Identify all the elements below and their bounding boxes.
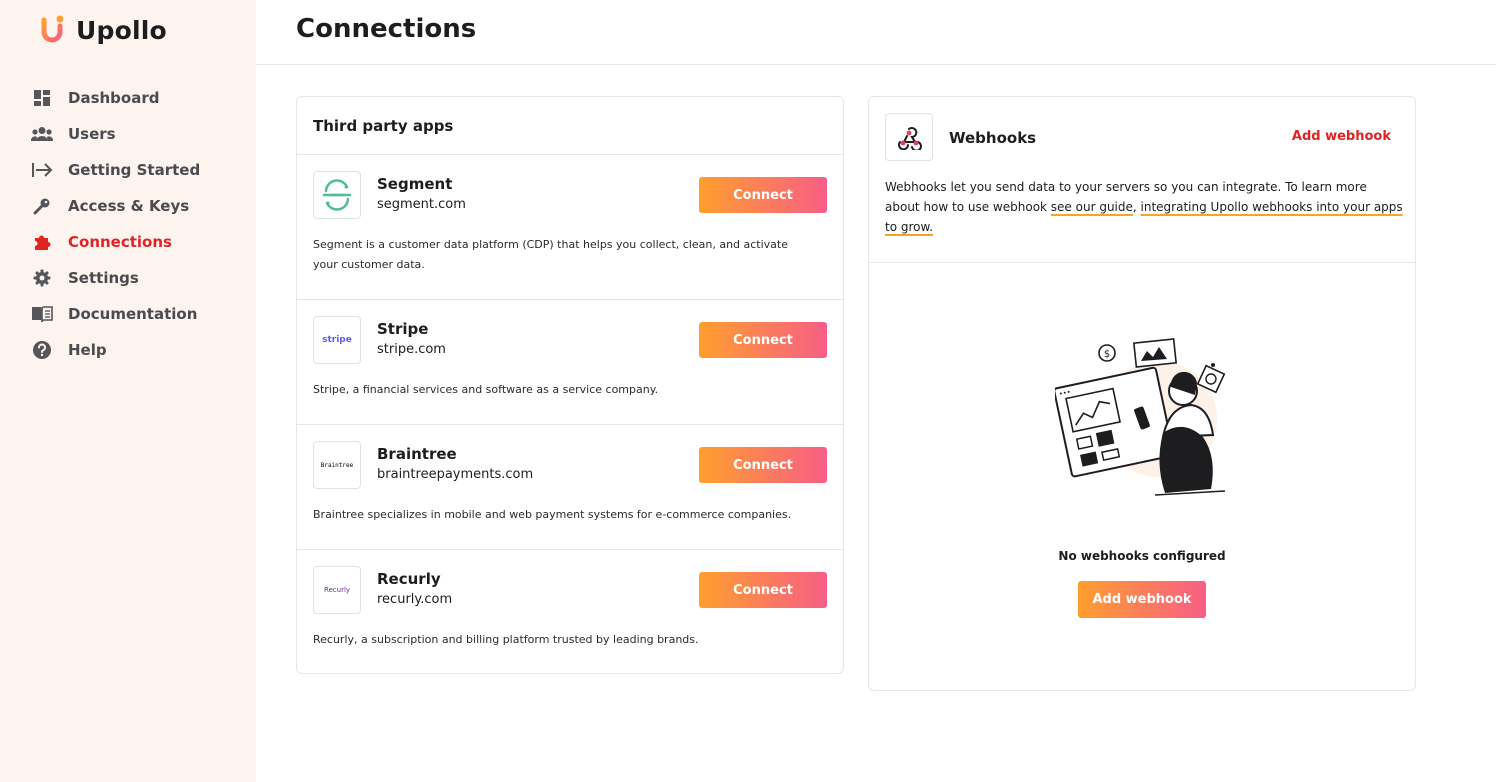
app-row-recurly: Recurly Recurly recurly.com Connect Recu… — [297, 550, 843, 674]
users-icon — [30, 122, 54, 146]
page-header: Connections — [256, 0, 1496, 65]
page-title: Connections — [296, 14, 477, 44]
stripe-logo-text: stripe — [322, 335, 352, 345]
brand-logo[interactable]: Upollo — [40, 14, 167, 46]
key-icon — [30, 194, 54, 218]
app-description: Segment is a customer data platform (CDP… — [313, 238, 789, 271]
sidebar-item-dashboard[interactable]: Dashboard — [30, 80, 200, 116]
app-description: Braintree specializes in mobile and web … — [313, 508, 792, 521]
sidebar-item-getting-started[interactable]: Getting Started — [30, 152, 200, 188]
gear-icon — [30, 266, 54, 290]
recurly-logo-icon: Recurly — [313, 566, 361, 614]
webhooks-header: Webhooks Add webhook Webhooks let you se… — [869, 97, 1415, 263]
app-domain: segment.com — [377, 197, 466, 212]
app-row-stripe: stripe Stripe stripe.com Connect Stripe,… — [297, 300, 843, 425]
dashboard-icon — [30, 86, 54, 110]
sidebar-item-label: Documentation — [68, 305, 198, 323]
add-webhook-button[interactable]: Add webhook — [1078, 581, 1206, 618]
sidebar-item-label: Settings — [68, 269, 139, 287]
sidebar-item-documentation[interactable]: Documentation — [30, 296, 200, 332]
app-domain: stripe.com — [377, 342, 446, 357]
app-name: Stripe — [377, 320, 429, 338]
stripe-logo-icon: stripe — [313, 316, 361, 364]
braintree-logo-text: Braintree — [320, 461, 354, 469]
connect-stripe-button[interactable]: Connect — [699, 322, 827, 358]
braintree-logo-icon: Braintree — [313, 441, 361, 489]
empty-state-illustration: $ — [1053, 337, 1231, 501]
segment-logo-icon — [313, 171, 361, 219]
sidebar-item-settings[interactable]: Settings — [30, 260, 200, 296]
puzzle-icon — [30, 230, 54, 254]
webhooks-title: Webhooks — [949, 129, 1037, 147]
arrow-right-bar-icon — [30, 158, 54, 182]
add-webhook-link[interactable]: Add webhook — [1292, 129, 1391, 144]
connect-braintree-button[interactable]: Connect — [699, 447, 827, 483]
sidebar-item-label: Getting Started — [68, 161, 201, 179]
webhook-icon — [885, 113, 933, 161]
svg-text:$: $ — [1104, 349, 1110, 360]
sidebar-item-label: Users — [68, 125, 116, 143]
card-header: Third party apps — [297, 97, 843, 155]
sidebar: Upollo Dashboard Users Getting Started A… — [0, 0, 256, 782]
third-party-apps-card: Third party apps Segment segment.com Con… — [296, 96, 844, 674]
sidebar-item-label: Access & Keys — [68, 197, 190, 215]
app-name: Segment — [377, 175, 453, 193]
card-title: Third party apps — [313, 117, 454, 135]
sidebar-nav: Dashboard Users Getting Started Access &… — [30, 80, 200, 368]
brand-name: Upollo — [76, 15, 167, 45]
connect-segment-button[interactable]: Connect — [699, 177, 827, 213]
app-row-braintree: Braintree Braintree braintreepayments.co… — [297, 425, 843, 550]
sidebar-item-label: Dashboard — [68, 89, 160, 107]
sidebar-item-users[interactable]: Users — [30, 116, 200, 152]
app-name: Braintree — [377, 445, 457, 463]
help-icon — [30, 338, 54, 362]
recurly-logo-text: Recurly — [323, 586, 351, 594]
book-icon — [30, 302, 54, 326]
app-domain: braintreepayments.com — [377, 467, 534, 482]
app-domain: recurly.com — [377, 592, 453, 607]
sidebar-item-label: Connections — [68, 233, 172, 251]
connect-recurly-button[interactable]: Connect — [699, 572, 827, 608]
sidebar-item-connections[interactable]: Connections — [30, 224, 200, 260]
description-separator: , — [1132, 200, 1141, 214]
app-name: Recurly — [377, 570, 441, 588]
webhooks-description: Webhooks let you send data to your serve… — [885, 177, 1405, 237]
app-description: Recurly, a subscription and billing plat… — [313, 633, 699, 646]
app-description: Stripe, a financial services and softwar… — [313, 383, 659, 396]
sidebar-item-help[interactable]: Help — [30, 332, 200, 368]
upollo-logo-icon — [40, 14, 66, 46]
empty-state-text: No webhooks configured — [1058, 549, 1226, 563]
app-row-segment: Segment segment.com Connect Segment is a… — [297, 155, 843, 300]
sidebar-item-access-keys[interactable]: Access & Keys — [30, 188, 200, 224]
webhooks-card: Webhooks Add webhook Webhooks let you se… — [868, 96, 1416, 691]
sidebar-item-label: Help — [68, 341, 107, 359]
see-guide-link[interactable]: see our guide — [1051, 200, 1133, 214]
